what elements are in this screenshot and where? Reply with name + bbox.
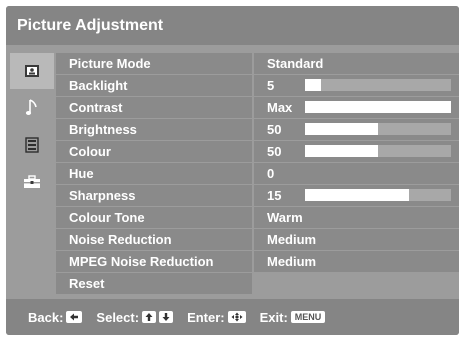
setting-label-noise-reduction: Noise Reduction <box>56 229 252 250</box>
level-bar-backlight <box>305 79 451 91</box>
setting-value-text-contrast: Max <box>267 100 293 115</box>
category-sidebar <box>10 53 54 201</box>
level-fill-colour <box>305 145 378 157</box>
setting-value-hue: 0 <box>254 163 459 184</box>
level-fill-backlight <box>305 79 321 91</box>
setting-value-text-backlight: 5 <box>267 78 275 93</box>
setting-row-noise-reduction[interactable]: Noise Reduction Medium <box>56 229 459 251</box>
setting-value-colour-tone: Warm <box>254 207 459 228</box>
setting-value-noise-reduction: Medium <box>254 229 459 250</box>
level-bar-brightness <box>305 123 451 135</box>
level-bar-contrast <box>305 101 451 113</box>
setting-label-colour-tone: Colour Tone <box>56 207 252 228</box>
setting-value-sharpness: 15 <box>254 185 459 206</box>
tab-picture[interactable] <box>10 53 54 89</box>
setting-label-colour: Colour <box>56 141 252 162</box>
setting-value-backlight: 5 <box>254 75 459 96</box>
enter-key-icon <box>227 311 246 323</box>
setting-row-backlight[interactable]: Backlight 5 <box>56 75 459 97</box>
tab-setup[interactable] <box>10 127 54 163</box>
settings-list-icon <box>25 137 39 153</box>
setting-row-hue[interactable]: Hue 0 <box>56 163 459 185</box>
setting-label-reset: Reset <box>56 273 252 294</box>
toolbox-icon <box>24 175 40 188</box>
setting-row-sharpness[interactable]: Sharpness 15 <box>56 185 459 207</box>
setting-label-hue: Hue <box>56 163 252 184</box>
level-fill-brightness <box>305 123 378 135</box>
setting-row-mpeg-noise-reduction[interactable]: MPEG Noise Reduction Medium <box>56 251 459 273</box>
music-note-icon <box>25 99 37 115</box>
setting-value-text-brightness: 50 <box>267 122 282 137</box>
exit-hint: Exit: MENU <box>260 310 326 325</box>
setting-row-colour[interactable]: Colour 50 <box>56 141 459 163</box>
level-bar-sharpness <box>305 189 451 201</box>
back-hint: Back: <box>28 309 83 325</box>
setting-value-text-colour-tone: Warm <box>267 210 303 225</box>
setting-value-text-mpeg-noise-reduction: Medium <box>267 254 317 269</box>
down-arrow-key-icon <box>159 311 174 323</box>
exit-label: Exit: <box>259 309 288 325</box>
level-fill-sharpness <box>305 189 409 201</box>
footer-hints: Back: Select: Enter: Exit: MENU <box>6 299 459 335</box>
picture-adjustment-panel: Picture Adjustment Picture Mode Standard… <box>6 6 459 335</box>
setting-label-contrast: Contrast <box>56 97 252 118</box>
up-arrow-key-icon <box>142 311 157 323</box>
setting-value-brightness: 50 <box>254 119 459 140</box>
setting-row-contrast[interactable]: Contrast Max <box>56 97 459 119</box>
setting-row-picture-mode[interactable]: Picture Mode Standard <box>56 53 459 75</box>
settings-list: Picture Mode Standard Backlight 5 Contrast Ma… <box>56 53 459 295</box>
menu-key: MENU <box>290 311 326 323</box>
setting-value-mpeg-noise-reduction: Medium <box>254 251 459 272</box>
setting-value-picture-mode: Standard <box>254 53 459 74</box>
setting-value-text-sharpness: 15 <box>267 188 282 203</box>
level-fill-contrast <box>305 101 451 113</box>
select-hint: Select: <box>96 309 174 325</box>
setting-value-text-noise-reduction: Medium <box>267 232 317 247</box>
setting-label-mpeg-noise-reduction: MPEG Noise Reduction <box>56 251 252 272</box>
setting-row-reset[interactable]: Reset <box>56 273 459 295</box>
level-bar-colour <box>305 145 451 157</box>
setting-label-picture-mode: Picture Mode <box>56 53 252 74</box>
back-label: Back: <box>28 309 64 325</box>
setting-value-text-hue: 0 <box>267 166 275 181</box>
enter-label: Enter: <box>187 309 225 325</box>
setting-value-text-colour: 50 <box>267 144 282 159</box>
setting-value-contrast: Max <box>254 97 459 118</box>
setting-row-colour-tone[interactable]: Colour Tone Warm <box>56 207 459 229</box>
setting-label-sharpness: Sharpness <box>56 185 252 206</box>
enter-hint: Enter: <box>187 310 246 325</box>
picture-icon <box>25 65 39 77</box>
setting-row-brightness[interactable]: Brightness 50 <box>56 119 459 141</box>
setting-value-reset <box>254 273 459 294</box>
tab-tools[interactable] <box>10 164 54 200</box>
setting-label-backlight: Backlight <box>56 75 252 96</box>
menu-title: Picture Adjustment <box>6 6 459 45</box>
setting-value-text-picture-mode: Standard <box>267 56 324 71</box>
setting-value-colour: 50 <box>254 141 459 162</box>
setting-label-brightness: Brightness <box>56 119 252 140</box>
select-label: Select: <box>96 309 140 325</box>
tv-menu-frame: Picture Adjustment Picture Mode Standard… <box>0 0 465 341</box>
tab-sound[interactable] <box>10 90 54 126</box>
left-arrow-key-icon <box>66 311 83 323</box>
